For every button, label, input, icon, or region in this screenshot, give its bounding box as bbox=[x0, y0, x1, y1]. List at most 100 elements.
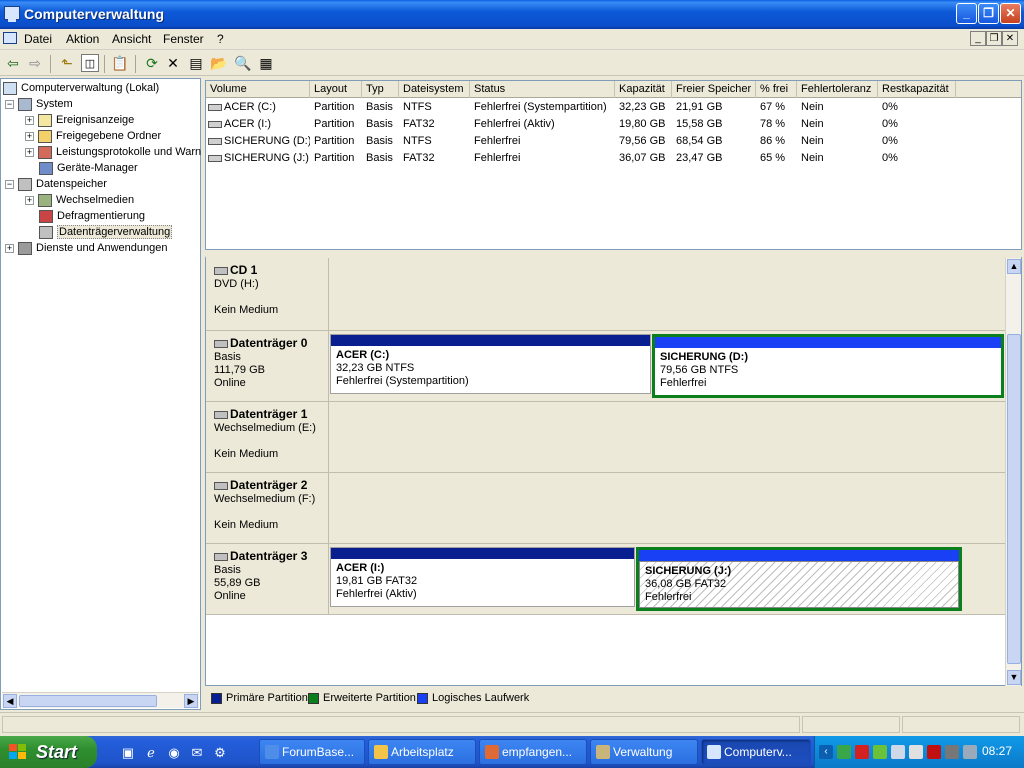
task-arbeitsplatz[interactable]: Arbeitsplatz bbox=[368, 739, 476, 765]
ie-icon bbox=[265, 745, 279, 759]
task-empfangen[interactable]: empfangen... bbox=[479, 739, 587, 765]
tray-app-icon[interactable] bbox=[909, 745, 923, 759]
partition-acer-i[interactable]: ACER (I:) 19,81 GB FAT32 Fehlerfrei (Akt… bbox=[330, 547, 635, 607]
volume-icon[interactable] bbox=[891, 745, 905, 759]
tree-item-geraete-manager[interactable]: Geräte-Manager bbox=[39, 160, 138, 176]
tree-item-ereignisanzeige[interactable]: + Ereignisanzeige bbox=[25, 112, 134, 128]
tree-item-defragmentierung[interactable]: Defragmentierung bbox=[39, 208, 145, 224]
tree-horizontal-scrollbar[interactable]: ◀ ▶ bbox=[2, 692, 199, 708]
menu-fenster[interactable]: Fenster bbox=[163, 32, 204, 46]
expand-icon[interactable]: + bbox=[25, 115, 34, 125]
outlook-express-icon[interactable]: ✉ bbox=[189, 745, 205, 761]
scroll-right-icon[interactable]: ▶ bbox=[184, 694, 198, 708]
connection-icon[interactable] bbox=[873, 745, 887, 759]
minimize-button[interactable]: _ bbox=[956, 3, 977, 24]
task-computerverwaltung[interactable]: Computerv... bbox=[701, 739, 811, 765]
back-arrow-icon[interactable]: ⇦ bbox=[4, 54, 22, 72]
menu-aktion[interactable]: Aktion bbox=[66, 32, 99, 46]
tray-tool-icon[interactable] bbox=[945, 745, 959, 759]
col-status[interactable]: Status bbox=[470, 81, 615, 98]
restore-button[interactable]: ❐ bbox=[978, 3, 999, 24]
disk-row-0[interactable]: Datenträger 0 Basis 111,79 GB Online ACE… bbox=[206, 331, 1006, 402]
disk-row-3[interactable]: Datenträger 3 Basis 55,89 GB Online ACER… bbox=[206, 544, 1006, 615]
menu-datei[interactable]: Datei bbox=[24, 32, 52, 46]
collapse-icon[interactable]: − bbox=[5, 99, 14, 109]
disk-row-1[interactable]: Datenträger 1 Wechselmedium (E:) Kein Me… bbox=[206, 402, 1006, 473]
internet-explorer-icon[interactable]: ℯ bbox=[143, 745, 159, 761]
tree-item-datenspeicher[interactable]: − Datenspeicher bbox=[5, 176, 107, 192]
disk-info-2[interactable]: Datenträger 2 Wechselmedium (F:) Kein Me… bbox=[206, 473, 329, 543]
col-layout[interactable]: Layout bbox=[310, 81, 362, 98]
tree-item-wechselmedien[interactable]: + Wechselmedien bbox=[25, 192, 134, 208]
antivirus-icon[interactable] bbox=[855, 745, 869, 759]
speaker-icon[interactable] bbox=[963, 745, 977, 759]
tree-item-freigegebene-ordner[interactable]: + Freigegebene Ordner bbox=[25, 128, 161, 144]
disk-row-cd1[interactable]: CD 1 DVD (H:) Kein Medium bbox=[206, 258, 1006, 331]
show-hide-tree-icon[interactable]: ◫ bbox=[81, 54, 99, 72]
disk-info-1[interactable]: Datenträger 1 Wechselmedium (E:) Kein Me… bbox=[206, 402, 329, 472]
disk-row-2[interactable]: Datenträger 2 Wechselmedium (F:) Kein Me… bbox=[206, 473, 1006, 544]
col-freier-speicher[interactable]: Freier Speicher bbox=[672, 81, 756, 98]
disk-info-cd1[interactable]: CD 1 DVD (H:) Kein Medium bbox=[206, 258, 329, 330]
delete-icon[interactable]: ✕ bbox=[164, 54, 182, 72]
partition-sicherung-d[interactable]: SICHERUNG (D:) 79,56 GB NTFS Fehlerfrei bbox=[652, 334, 1004, 398]
task-forumbase[interactable]: ForumBase... bbox=[259, 739, 365, 765]
table-row[interactable]: SICHERUNG (D:) Partition Basis NTFS Fehlerfr… bbox=[206, 133, 1021, 150]
refresh-icon[interactable]: ⟳ bbox=[143, 54, 161, 72]
quicklaunch-icon[interactable]: ⚙ bbox=[212, 745, 228, 761]
tree-item-system[interactable]: − System bbox=[5, 96, 73, 112]
col-prozent-frei[interactable]: % frei bbox=[756, 81, 797, 98]
collapse-icon[interactable]: − bbox=[5, 179, 14, 189]
menu-ansicht[interactable]: Ansicht bbox=[112, 32, 151, 46]
help-icon[interactable]: ▦ bbox=[257, 54, 275, 72]
partition-legend: Primäre Partition Erweiterte Partition L… bbox=[205, 688, 1022, 710]
task-verwaltung[interactable]: Verwaltung bbox=[590, 739, 698, 765]
up-folder-icon[interactable]: ⬑ bbox=[58, 54, 76, 72]
disk-vertical-scrollbar[interactable]: ▲ ▼ bbox=[1005, 258, 1021, 686]
tray-expand-icon[interactable]: ‹ bbox=[819, 745, 833, 759]
open-folder-icon[interactable]: 📂 bbox=[210, 54, 228, 72]
expand-icon[interactable]: + bbox=[25, 131, 34, 141]
expand-icon[interactable]: + bbox=[25, 147, 34, 157]
partition-acer-c[interactable]: ACER (C:) 32,23 GB NTFS Fehlerfrei (Syst… bbox=[330, 334, 651, 394]
close-button[interactable]: ✕ bbox=[1000, 3, 1021, 24]
child-close-button[interactable]: ✕ bbox=[1002, 31, 1018, 46]
start-button[interactable]: Start bbox=[0, 736, 97, 768]
scroll-left-icon[interactable]: ◀ bbox=[3, 694, 17, 708]
scroll-thumb[interactable] bbox=[19, 695, 157, 707]
tree-item-root[interactable]: Computerverwaltung (Lokal) bbox=[3, 80, 159, 96]
col-restkapazitaet[interactable]: Restkapazität bbox=[878, 81, 956, 98]
title-bar[interactable]: Computerverwaltung _ ❐ ✕ bbox=[0, 0, 1024, 29]
scroll-down-icon[interactable]: ▼ bbox=[1007, 670, 1021, 685]
network-icon[interactable] bbox=[837, 745, 851, 759]
properties-icon[interactable]: 📋 bbox=[111, 54, 129, 72]
forward-arrow-icon[interactable]: ⇨ bbox=[26, 54, 44, 72]
child-restore-button[interactable]: ❐ bbox=[986, 31, 1002, 46]
disk-info-3[interactable]: Datenträger 3 Basis 55,89 GB Online bbox=[206, 544, 329, 614]
col-fehlertoleranz[interactable]: Fehlertoleranz bbox=[797, 81, 878, 98]
tree-item-dienste[interactable]: + Dienste und Anwendungen bbox=[5, 240, 168, 256]
partition-sicherung-j[interactable]: SICHERUNG (J:) 36,08 GB FAT32 Fehlerfrei bbox=[636, 547, 962, 611]
tree-item-leistungsprotokolle[interactable]: + Leistungsprotokolle und Warn bbox=[25, 144, 201, 160]
expand-icon[interactable]: + bbox=[5, 243, 14, 253]
table-row[interactable]: SICHERUNG (J:) Partition Basis FAT32 Fehlerf… bbox=[206, 150, 1021, 167]
disk-info-0[interactable]: Datenträger 0 Basis 111,79 GB Online bbox=[206, 331, 329, 401]
search-icon[interactable]: 🔍 bbox=[234, 54, 252, 72]
ati-icon[interactable] bbox=[927, 745, 941, 759]
show-desktop-icon[interactable]: ▣ bbox=[120, 745, 136, 761]
system-menu-icon[interactable] bbox=[3, 32, 17, 44]
col-typ[interactable]: Typ bbox=[362, 81, 399, 98]
col-kapazitaet[interactable]: Kapazität bbox=[615, 81, 672, 98]
col-volume[interactable]: Volume bbox=[206, 81, 310, 98]
scroll-up-icon[interactable]: ▲ bbox=[1007, 259, 1021, 274]
child-minimize-button[interactable]: _ bbox=[970, 31, 986, 46]
properties-sheet-icon[interactable]: ▤ bbox=[187, 54, 205, 72]
expand-icon[interactable]: + bbox=[25, 195, 34, 205]
table-row[interactable]: ACER (I:) Partition Basis FAT32 Fehlerfrei (… bbox=[206, 116, 1021, 133]
table-row[interactable]: ACER (C:) Partition Basis NTFS Fehlerfrei (S… bbox=[206, 99, 1021, 116]
scroll-thumb[interactable] bbox=[1007, 334, 1021, 664]
menu-help[interactable]: ? bbox=[217, 32, 224, 46]
col-dateisystem[interactable]: Dateisystem bbox=[399, 81, 470, 98]
tree-item-datentraegerverwaltung[interactable]: Datenträgerverwaltung bbox=[39, 224, 173, 240]
media-player-icon[interactable]: ◉ bbox=[166, 745, 182, 761]
